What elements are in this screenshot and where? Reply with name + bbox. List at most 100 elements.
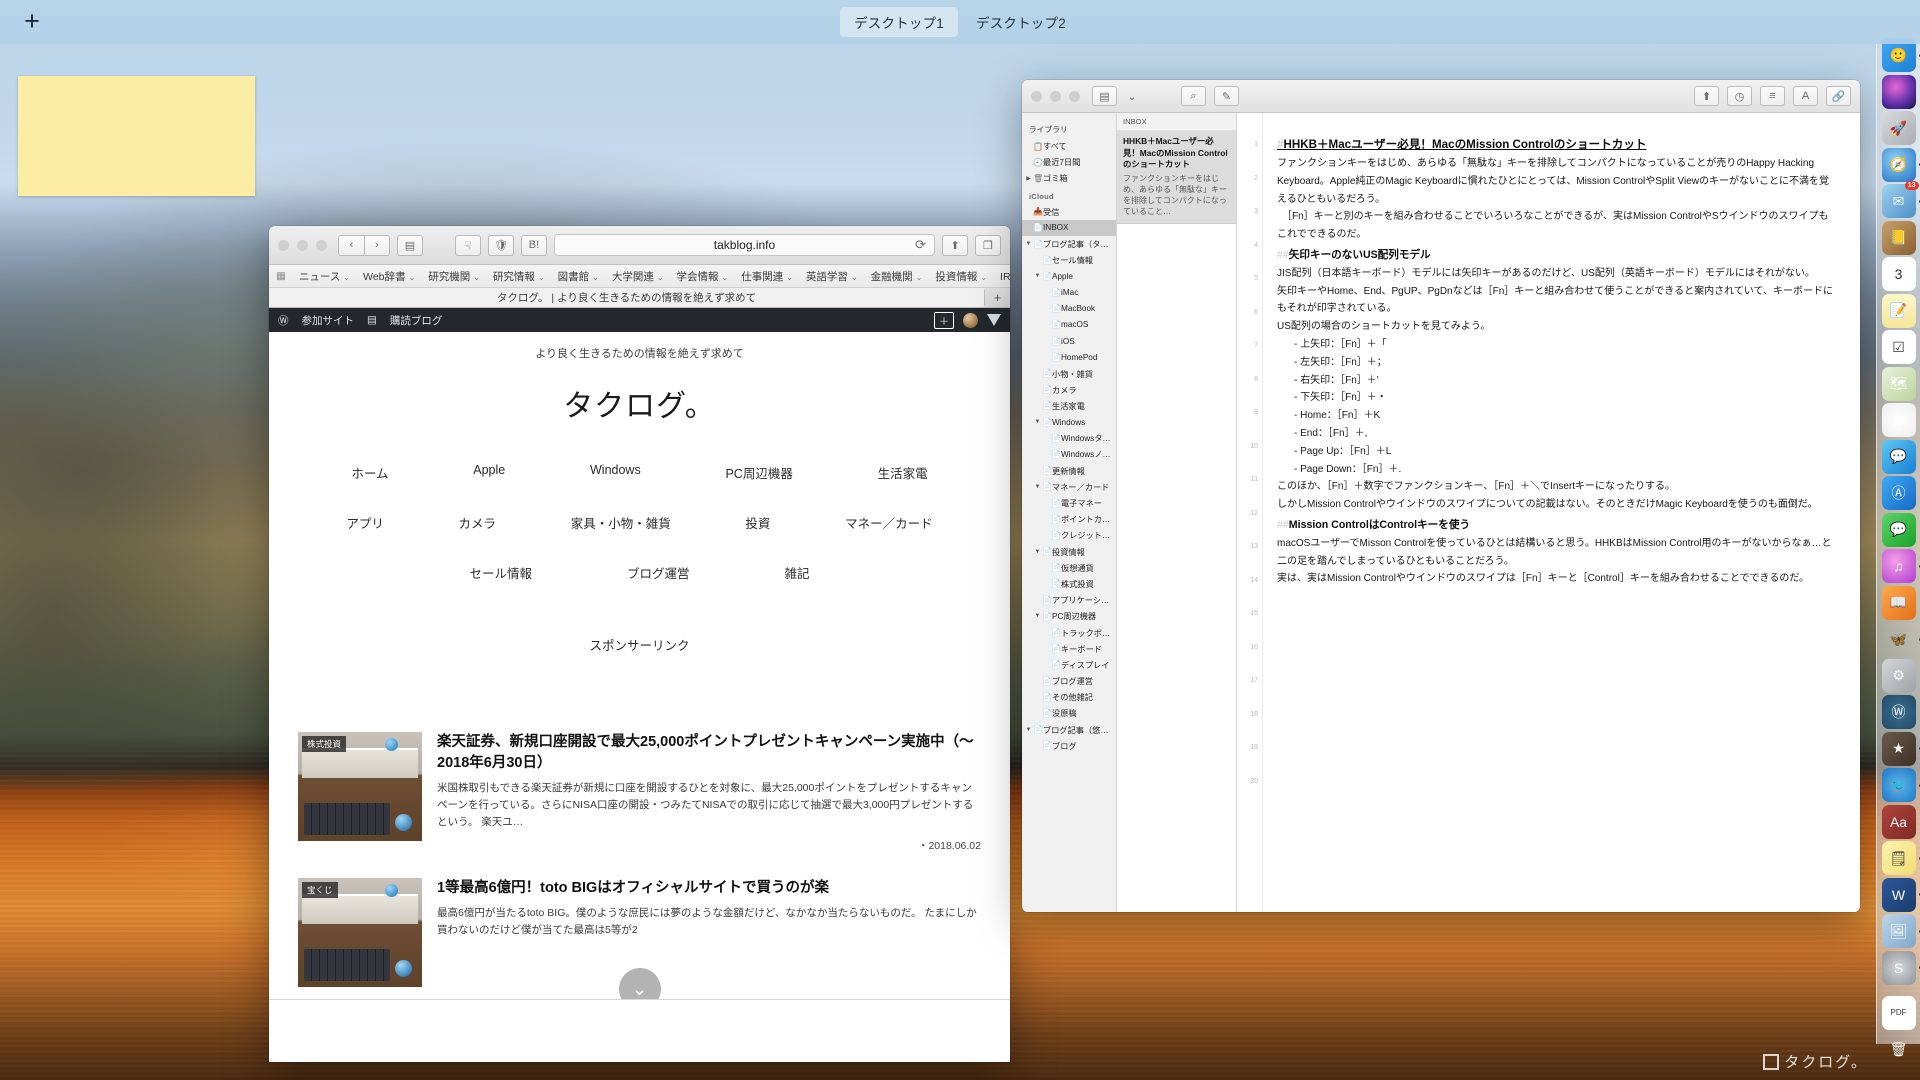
dock-icon-wordpress[interactable]: Ⓦ xyxy=(1881,695,1916,729)
bookmark-item[interactable]: IR情報⌄ xyxy=(1000,269,1010,284)
nav-buttons[interactable]: ‹ › xyxy=(338,234,390,256)
reader-link[interactable]: 購読ブログ xyxy=(390,313,443,328)
sidebar-item-ブログ運営[interactable]: 📄 ブログ運営 xyxy=(1022,673,1116,689)
post-title[interactable]: 楽天証券、新規口座開設で最大25,000ポイントプレゼントキャンペーン実施中（〜… xyxy=(437,732,981,774)
mission-control-spaces-bar[interactable]: + デスクトップ1 デスクトップ2 xyxy=(0,0,1920,44)
disclosure-triangle-icon[interactable]: ▶ xyxy=(1024,175,1033,182)
minimize-button[interactable] xyxy=(1050,90,1061,102)
dock-icon-app-store[interactable]: Ⓐ xyxy=(1881,476,1916,510)
sidebar-icon[interactable]: ▤ xyxy=(397,234,423,256)
note-document[interactable]: #HHKB＋Macユーザー必見！MacのMission Controlのショート… xyxy=(1263,113,1860,912)
sidebar-item-更新情報[interactable]: 📄 更新情報 xyxy=(1022,463,1116,479)
dock-icon-notes[interactable]: 📝 xyxy=(1881,293,1916,328)
sidebar-item-カメラ[interactable]: 📄 カメラ xyxy=(1022,382,1116,398)
dock-icon-itunes[interactable]: ♫ xyxy=(1881,549,1920,583)
wordpress-logo-icon[interactable]: Ⓦ xyxy=(278,313,289,328)
sidebar-item-INBOX[interactable]: 📄 INBOX xyxy=(1022,219,1116,236)
dock-icon-line[interactable]: 💬 xyxy=(1881,512,1916,547)
wordpress-admin-bar[interactable]: Ⓦ 参加サイト ▤ 購読ブログ ＋ xyxy=(269,308,1010,332)
nav-item[interactable]: カメラ xyxy=(459,513,497,532)
share-icon[interactable]: ⬆ xyxy=(942,234,968,256)
space-tab-desktop1[interactable]: デスクトップ1 xyxy=(840,7,958,37)
nav-item[interactable]: ブログ運営 xyxy=(627,563,690,582)
sidebar-item-生活家電[interactable]: 📄 生活家電 xyxy=(1022,398,1116,414)
sidebar-item-ブログ[interactable]: 📄 ブログ xyxy=(1022,738,1116,754)
notes-traffic-lights[interactable] xyxy=(1031,90,1080,102)
sidebar-item-キーボード[interactable]: 📄 キーボード xyxy=(1022,641,1116,657)
nav-item[interactable]: アプリ xyxy=(346,513,384,532)
nav-item[interactable]: Windows xyxy=(590,463,641,482)
sidebar-item-株式投資[interactable]: 📄 株式投資 xyxy=(1022,576,1116,592)
dock-icon-messages[interactable]: 💬 xyxy=(1881,439,1916,474)
bookmark-item[interactable]: 仕事関連 ⌄ xyxy=(741,269,793,284)
sidebar-item-仮想通貨[interactable]: 📄 仮想通貨 xyxy=(1022,560,1116,576)
address-bar[interactable]: takblog.info ⟳ xyxy=(554,234,935,256)
zoom-button[interactable] xyxy=(1069,90,1080,102)
close-button[interactable] xyxy=(278,239,289,251)
bookmark-item[interactable]: 研究機関 ⌄ xyxy=(428,269,480,284)
bookmark-item[interactable]: 研究情報 ⌄ xyxy=(493,269,545,284)
dock-icon-contacts[interactable]: 📒 xyxy=(1881,220,1916,255)
sidebar-item-クレジットカード[interactable]: 📄クレジットカード xyxy=(1022,527,1116,543)
post-thumbnail[interactable]: 株式投資 xyxy=(298,732,422,841)
sidebar-item-アプリケーション[interactable]: 📄 アプリケーション xyxy=(1022,592,1116,608)
sidebar-item-セール情報[interactable]: 📄 セール情報 xyxy=(1022,252,1116,268)
dock-icon-preview[interactable]: 🖼 xyxy=(1881,914,1920,948)
sidebar-item-MacBook[interactable]: 📄 MacBook xyxy=(1022,301,1116,317)
disclosure-triangle-icon[interactable]: ▼ xyxy=(1033,613,1042,619)
back-icon[interactable]: ‹ xyxy=(338,234,364,256)
bookmark-item[interactable]: 図書館 ⌄ xyxy=(558,269,599,284)
bookmarks-grid-icon[interactable]: ▦ xyxy=(276,270,286,282)
disclosure-triangle-icon[interactable]: ▼ xyxy=(1024,241,1033,247)
safari-tab-bar[interactable]: タクログ。 | より良く生きるための情報を絶えず求めて + xyxy=(269,288,1010,308)
post-title[interactable]: 1等最高6億円！toto BIGはオフィシャルサイトで買うのが楽 xyxy=(437,878,981,899)
sidebar-item-Windows[interactable]: ▼ 📄 Windows xyxy=(1022,414,1116,430)
nav-item[interactable]: PC周辺機器 xyxy=(725,463,792,482)
browser-tab[interactable]: タクログ。 | より良く生きるための情報を絶えず求めて xyxy=(269,288,984,307)
dock-icon-twitter[interactable]: 🐦 xyxy=(1881,768,1920,802)
nav-item[interactable]: 家具・小物・雑貨 xyxy=(571,513,671,532)
show-tabs-icon[interactable]: ❐ xyxy=(975,234,1001,256)
nav-item[interactable]: ホーム xyxy=(351,463,388,482)
dock-icon-word[interactable]: W xyxy=(1881,877,1920,912)
search-icon[interactable]: ⌕ xyxy=(1181,86,1206,106)
bookmark-item[interactable]: 英語学習 ⌄ xyxy=(806,269,858,284)
dock-icon-reminders[interactable]: ☑ xyxy=(1881,330,1916,364)
sidebar-item-ブログ記事（悠木貴仁）[interactable]: ▼📄ブログ記事（悠木貴仁） xyxy=(1022,722,1116,738)
dock[interactable]: 🙂 🚀 🧭 ✉ 13 📒 3 📝 ☑ 🗺 ❀ 💬 Ⓐ 💬 ♫ 📖 🦋 ⚙ Ⓦ ★ 🐦 Aa 🗒 W 🖼 S PDF 🗑 xyxy=(1876,34,1920,1057)
sidebar-item-電子マネー[interactable]: 📄 電子マネー xyxy=(1022,495,1116,511)
notes-list[interactable]: INBOX HHKB＋Macユーザー必見！MacのMission Control… xyxy=(1117,113,1237,912)
site-title[interactable]: タクログ。 xyxy=(269,361,1010,429)
sidebar-item-最近7日間[interactable]: 🕘 最近7日間 xyxy=(1022,154,1116,170)
close-button[interactable] xyxy=(1031,90,1042,102)
hatena-extension-button[interactable]: B! xyxy=(521,234,547,256)
dock-icon-siri[interactable] xyxy=(1881,74,1916,109)
sidebar-item-受信[interactable]: 📥 受信 xyxy=(1022,204,1116,220)
safari-window[interactable]: ‹ › ▤ ☟ 🛡 B! takblog.info ⟳ ⬆ ❐ ▦ ニュース ⌄ … xyxy=(269,226,1010,1062)
new-tab-button[interactable]: + xyxy=(984,290,1010,305)
chevron-down-icon[interactable]: ⌄ xyxy=(1125,86,1139,106)
dock-icon-maps[interactable]: 🗺 xyxy=(1881,366,1916,401)
new-post-button[interactable]: ＋ xyxy=(934,311,954,329)
bookmark-item[interactable]: 金融機関 ⌄ xyxy=(871,269,923,284)
bookmark-item[interactable]: ニュース ⌄ xyxy=(299,269,350,284)
site-navigation[interactable]: ホーム Apple Windows PC周辺機器 生活家電 アプリ カメラ 家具… xyxy=(269,429,1010,582)
post-list-item[interactable]: 株式投資 楽天証券、新規口座開設で最大25,000ポイントプレゼントキャンペーン… xyxy=(269,714,1010,852)
nav-item[interactable]: 生活家電 xyxy=(878,463,928,482)
reload-icon[interactable]: ⟳ xyxy=(915,237,926,253)
hand-extension-icon[interactable]: ☟ xyxy=(455,234,481,256)
dock-icon-dropbox-star[interactable]: ★ xyxy=(1881,731,1920,766)
sidebar-item-ポイントカード[interactable]: 📄 ポイントカード xyxy=(1022,511,1116,527)
sidebar-item-Windowsタブレ…[interactable]: 📄Windowsタブレ… xyxy=(1022,430,1116,446)
dock-icon-trash[interactable]: 🗑 xyxy=(1882,1032,1916,1066)
shield-extension-icon[interactable]: 🛡 xyxy=(488,234,514,256)
sidebar-item-小物・雑貨[interactable]: 📄 小物・雑貨 xyxy=(1022,365,1116,381)
disclosure-triangle-icon[interactable]: ▼ xyxy=(1033,419,1042,425)
dock-icon-dictionary[interactable]: Aa xyxy=(1881,804,1916,839)
dock-icon-photos[interactable]: ❀ xyxy=(1881,403,1916,437)
sidebar-item-ゴミ箱[interactable]: ▶ 🗑 ゴミ箱 xyxy=(1022,170,1116,186)
sidebar-item-ブログ記事（タクログ）[interactable]: ▼📄ブログ記事（タクログ） xyxy=(1022,236,1116,252)
bookmark-item[interactable]: 投資情報 ⌄ xyxy=(935,269,987,284)
forward-icon[interactable]: › xyxy=(364,234,390,256)
disclosure-triangle-icon[interactable]: ▼ xyxy=(1033,273,1042,279)
